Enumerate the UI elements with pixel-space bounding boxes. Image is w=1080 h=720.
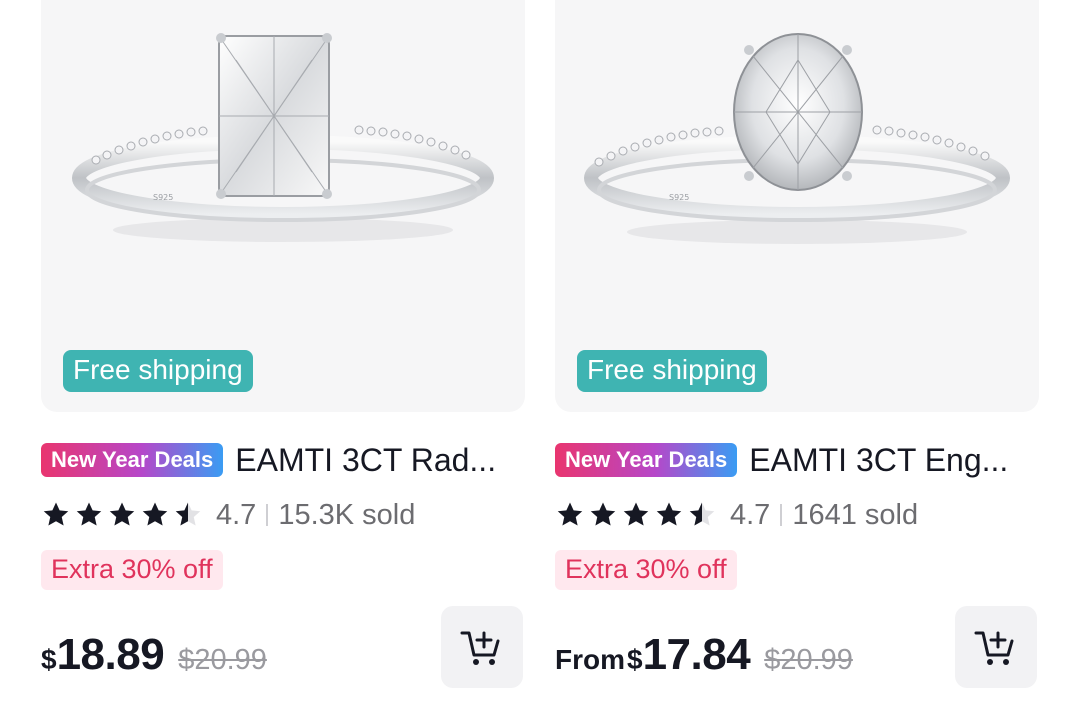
add-to-cart-icon <box>460 631 500 665</box>
product-image[interactable]: S925 Free shipping <box>555 0 1039 412</box>
add-to-cart-icon <box>974 631 1014 665</box>
original-price: $20.99 <box>764 644 853 676</box>
rating-value: 4.7 <box>216 498 257 531</box>
product-title[interactable]: EAMTI 3CT Eng... <box>749 442 1039 479</box>
price-row: $ 18.89 $20.99 <box>41 630 267 690</box>
free-shipping-badge: Free shipping <box>577 350 767 392</box>
original-price: $20.99 <box>178 644 267 676</box>
rating-value: 4.7 <box>730 498 771 531</box>
product-image[interactable]: S925 Free shipping <box>41 0 525 412</box>
new-year-deals-badge: New Year Deals <box>555 443 738 477</box>
star-icon <box>76 502 102 526</box>
extra-discount-badge: Extra 30% off <box>555 550 737 590</box>
price-row: From $ 17.84 $20.99 <box>555 630 853 690</box>
sale-price: 17.84 <box>642 630 751 679</box>
currency-symbol: $ <box>627 644 643 675</box>
star-icon <box>142 502 168 526</box>
divider <box>266 504 269 526</box>
star-rating <box>555 500 720 530</box>
product-title-row[interactable]: New Year Deals EAMTI 3CT Rad... <box>41 440 525 480</box>
star-icon <box>590 502 616 526</box>
sold-count: 15.3K sold <box>278 498 416 531</box>
star-icon <box>623 502 649 526</box>
currency-symbol: $ <box>41 644 57 675</box>
new-year-deals-badge: New Year Deals <box>41 443 224 477</box>
star-icon <box>557 502 583 526</box>
add-to-cart-button[interactable] <box>955 606 1037 688</box>
half-star-icon <box>175 502 201 526</box>
add-to-cart-button[interactable] <box>441 606 523 688</box>
star-icon <box>109 502 135 526</box>
product-card[interactable]: S925 Free shipping New Year Deals EAMTI … <box>555 0 1039 720</box>
product-title[interactable]: EAMTI 3CT Rad... <box>235 442 525 479</box>
star-icon <box>656 502 682 526</box>
sold-count: 1641 sold <box>792 498 919 531</box>
free-shipping-badge: Free shipping <box>63 350 253 392</box>
sale-price: 18.89 <box>56 630 165 679</box>
half-star-icon <box>689 502 715 526</box>
product-card[interactable]: S925 Free shipping New Year Deals EAMTI … <box>41 0 525 720</box>
rating-row: 4.7 15.3K sold <box>41 496 415 534</box>
price-prefix: From <box>555 644 625 675</box>
star-rating <box>41 500 206 530</box>
extra-discount-badge: Extra 30% off <box>41 550 223 590</box>
svg-text:S925: S925 <box>669 193 689 202</box>
rating-row: 4.7 1641 sold <box>555 496 918 534</box>
star-icon <box>43 502 69 526</box>
svg-text:S925: S925 <box>153 193 173 202</box>
product-title-row[interactable]: New Year Deals EAMTI 3CT Eng... <box>555 440 1039 480</box>
divider <box>780 504 783 526</box>
